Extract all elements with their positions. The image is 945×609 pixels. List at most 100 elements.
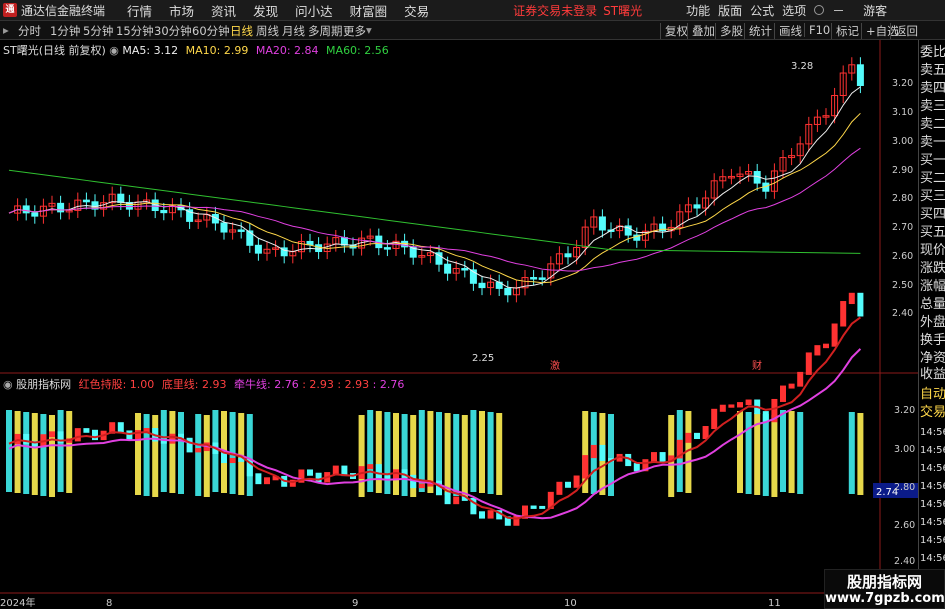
side-item-trade[interactable]: 交易	[920, 404, 945, 422]
period-monthly[interactable]: 月线	[282, 23, 305, 39]
side-item[interactable]: 换手	[920, 332, 945, 350]
ind-tick: 2.60	[894, 520, 916, 531]
indicator-candle	[83, 428, 90, 433]
price-tick: 3.00	[892, 136, 914, 147]
guest-label[interactable]: 游客	[863, 2, 887, 19]
gear-icon[interactable]: ◉	[109, 44, 122, 57]
ma10-line	[8, 112, 861, 284]
side-item[interactable]: 买四	[920, 206, 945, 224]
candle-body	[57, 202, 65, 213]
side-item[interactable]: 委比	[920, 44, 945, 62]
menu-item-ask[interactable]: 问小达	[295, 1, 333, 20]
help-icon[interactable]	[814, 5, 825, 15]
period-intraday[interactable]: 分时	[18, 23, 41, 39]
price-tick: 2.90	[892, 165, 914, 176]
kline-chart-canvas[interactable]: 3.28 2.25 激 财 2024年 8 9 10 11 2.74	[0, 40, 918, 609]
indicator-candle	[195, 448, 202, 453]
side-item[interactable]: 总量	[920, 296, 945, 314]
date-label-nov: 11	[768, 598, 781, 609]
tool-overlay[interactable]: 叠加	[687, 23, 715, 39]
side-item[interactable]: 涨跌	[920, 260, 945, 278]
tool-draw-line[interactable]: 画线	[774, 23, 802, 39]
indicator-bar	[470, 410, 477, 492]
menu-item-discover[interactable]: 发现	[253, 1, 278, 20]
tool-statistics[interactable]: 统计	[744, 23, 772, 39]
tool-multi-stock[interactable]: 多股	[715, 23, 743, 39]
side-item[interactable]: 买五	[920, 224, 945, 242]
period-30min[interactable]: 30分钟	[154, 23, 192, 39]
menu-item-news[interactable]: 资讯	[211, 1, 236, 20]
tool-back[interactable]: 返回	[890, 23, 918, 39]
period-more[interactable]: 更多	[343, 23, 366, 39]
indicator-bar	[762, 414, 769, 496]
indicator-candle	[565, 481, 571, 488]
menu-item-function[interactable]: 功能	[686, 2, 710, 19]
menu-item-layout[interactable]: 版面	[718, 2, 742, 19]
candle-body	[160, 210, 168, 214]
indicator-candle	[255, 473, 262, 485]
side-item[interactable]: 卖四	[920, 80, 945, 98]
tool-f10[interactable]: F10	[804, 23, 830, 37]
side-item[interactable]: 买二	[920, 170, 945, 188]
side-item[interactable]: 外盘	[920, 314, 945, 332]
price-tick: 2.60	[892, 251, 914, 262]
indicator-candle	[530, 505, 537, 509]
menu-item-market[interactable]: 市场	[169, 1, 194, 20]
side-item[interactable]: 收益	[920, 366, 945, 384]
indicator-bar	[393, 413, 399, 495]
indicator-candle	[831, 323, 838, 347]
menu-item-trade[interactable]: 交易	[404, 1, 429, 20]
indicator-candle	[659, 452, 666, 462]
indicator-candle	[375, 464, 382, 479]
gear-icon[interactable]: ◉	[3, 378, 16, 391]
period-60min[interactable]: 60分钟	[192, 23, 230, 39]
menu-item-wealth[interactable]: 财富圈	[350, 1, 388, 20]
period-15min[interactable]: 15分钟	[116, 23, 154, 39]
candle-body	[220, 222, 228, 233]
candle-body	[22, 205, 30, 214]
indicator-candle	[728, 404, 735, 408]
period-daily[interactable]: 日线	[230, 23, 253, 39]
candle-body	[383, 247, 391, 250]
indicator-candle	[840, 301, 847, 327]
ind-value-3: : 2.93	[302, 378, 334, 391]
side-item[interactable]: 现价	[920, 242, 945, 260]
side-item[interactable]: 买一	[920, 152, 945, 170]
minimize-icon[interactable]	[834, 9, 844, 11]
login-status[interactable]: 证券交易未登录	[513, 2, 597, 19]
tool-restore-rights[interactable]: 复权	[660, 23, 688, 39]
side-item[interactable]: 卖五	[920, 62, 945, 80]
side-item-auto[interactable]: 自动	[920, 386, 945, 404]
indicator-bar	[797, 412, 804, 494]
candle-body	[237, 229, 245, 232]
time-tick: 14:56	[920, 463, 945, 474]
indicator-candle	[573, 475, 580, 488]
indicator-candle	[264, 477, 270, 485]
indicator-candle	[169, 433, 176, 444]
side-item[interactable]: 涨幅	[920, 278, 945, 296]
indicator-bar	[246, 414, 253, 496]
ma5-value: MA5: 3.12	[122, 44, 179, 57]
period-weekly[interactable]: 周线	[256, 23, 279, 39]
period-multi[interactable]: 多周期	[308, 23, 343, 39]
indicator-bar	[745, 412, 752, 494]
period-1min[interactable]: 1分钟	[50, 23, 80, 39]
event-mark-1[interactable]: 激	[550, 359, 560, 372]
play-icon[interactable]: ▸	[3, 23, 9, 37]
indicator-bar	[23, 412, 30, 494]
menu-item-options[interactable]: 选项	[782, 2, 806, 19]
menu-item-formula[interactable]: 公式	[750, 2, 774, 19]
tool-mark[interactable]: 标记	[831, 23, 859, 39]
app-logo-icon: 通	[3, 3, 17, 17]
side-item[interactable]: 买三	[920, 188, 945, 206]
side-item[interactable]: 卖一	[920, 134, 945, 152]
indicator-bar	[461, 415, 468, 497]
period-5min[interactable]: 5分钟	[83, 23, 113, 39]
menu-item-quotes[interactable]: 行情	[127, 1, 152, 20]
side-item[interactable]: 卖三	[920, 98, 945, 116]
indicator-bar	[238, 413, 245, 495]
indicator-candle	[418, 483, 425, 489]
chevron-down-icon[interactable]: ▾	[366, 23, 372, 37]
side-item[interactable]: 卖二	[920, 116, 945, 134]
event-mark-2[interactable]: 财	[752, 359, 762, 372]
